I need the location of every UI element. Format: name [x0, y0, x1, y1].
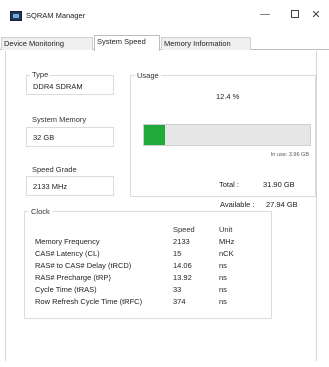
clock-row-speed: 374: [173, 297, 186, 306]
clock-table: Speed Unit Memory Frequency 2133 MHz CAS…: [33, 224, 251, 308]
clock-header-row: Speed Unit: [33, 224, 251, 236]
system-memory-value: 32 GB: [33, 133, 55, 142]
available-label: Available :: [220, 200, 255, 209]
clock-row-unit: nCK: [219, 249, 234, 258]
close-icon: ✕: [311, 9, 321, 21]
type-value: DDR4 SDRAM: [33, 82, 83, 91]
clock-row-unit: MHz: [219, 237, 235, 246]
maximize-button[interactable]: [284, 7, 306, 23]
usage-progress-bar: [143, 124, 311, 146]
clock-row-name: RAS# Precharge (tRP): [35, 273, 111, 282]
clock-row-speed: 13.92: [173, 273, 192, 282]
clock-header-speed: Speed: [173, 225, 195, 234]
table-row: Row Refresh Cycle Time (tRFC) 374 ns: [33, 296, 251, 308]
in-use-text: In use: 3.96 GB: [270, 152, 309, 158]
clock-row-speed: 33: [173, 285, 182, 294]
table-row: Cycle Time (tRAS) 33 ns: [33, 284, 251, 296]
type-label: Type: [30, 70, 51, 79]
clock-row-unit: ns: [219, 285, 227, 294]
tab-memory-information[interactable]: Memory Information: [161, 37, 251, 50]
speed-grade-box: 2133 MHz: [26, 176, 114, 196]
clock-header-name: [33, 224, 171, 236]
usage-group: Usage 12.4 % In use: 3.96 GB Total : 31.…: [130, 71, 316, 197]
speed-grade-value: 2133 MHz: [33, 182, 68, 191]
table-row: RAS# Precharge (tRP) 13.92 ns: [33, 272, 251, 284]
title-bar: SQRAM Manager — ✕: [0, 0, 329, 30]
total-value: 31.90 GB: [263, 180, 295, 189]
clock-group: Clock Speed Unit Memory Frequency 2133 M…: [24, 207, 272, 319]
system-speed-panel: DDR4 SDRAM Type System Memory 32 GB Spee…: [5, 51, 317, 361]
usage-legend: Usage: [135, 71, 161, 80]
maximize-icon: [291, 10, 299, 19]
window-title: SQRAM Manager: [26, 11, 86, 20]
clock-row-name: Memory Frequency: [35, 237, 100, 246]
usage-percent: 12.4 %: [216, 92, 240, 101]
close-button[interactable]: ✕: [305, 7, 327, 23]
speed-grade-label: Speed Grade: [30, 165, 79, 174]
total-label: Total :: [219, 180, 240, 189]
clock-header-unit: Unit: [219, 225, 233, 234]
minimize-icon: —: [260, 9, 270, 20]
tab-strip: Device Monitoring System Speed Memory In…: [0, 34, 329, 51]
clock-row-unit: ns: [219, 261, 227, 270]
clock-row-unit: ns: [219, 273, 227, 282]
minimize-button[interactable]: —: [254, 7, 276, 23]
system-memory-label: System Memory: [30, 115, 89, 124]
clock-legend: Clock: [29, 207, 52, 216]
clock-row-name: CAS# Latency (CL): [35, 249, 100, 258]
usage-progress-fill: [144, 125, 165, 145]
tab-system-speed[interactable]: System Speed: [94, 35, 160, 51]
clock-row-speed: 14.06: [173, 261, 192, 270]
clock-row-name: Cycle Time (tRAS): [35, 285, 97, 294]
app-icon: [10, 11, 22, 21]
clock-row-name: RAS# to CAS# Delay (tRCD): [35, 261, 132, 270]
system-memory-box: 32 GB: [26, 127, 114, 147]
table-row: Memory Frequency 2133 MHz: [33, 236, 251, 248]
clock-row-name: Row Refresh Cycle Time (tRFC): [35, 297, 143, 306]
available-value: 27.94 GB: [266, 200, 298, 209]
clock-row-speed: 15: [173, 249, 182, 258]
clock-row-unit: ns: [219, 297, 227, 306]
table-row: CAS# Latency (CL) 15 nCK: [33, 248, 251, 260]
tab-device-monitoring[interactable]: Device Monitoring: [1, 37, 93, 50]
clock-row-speed: 2133: [173, 237, 190, 246]
table-row: RAS# to CAS# Delay (tRCD) 14.06 ns: [33, 260, 251, 272]
